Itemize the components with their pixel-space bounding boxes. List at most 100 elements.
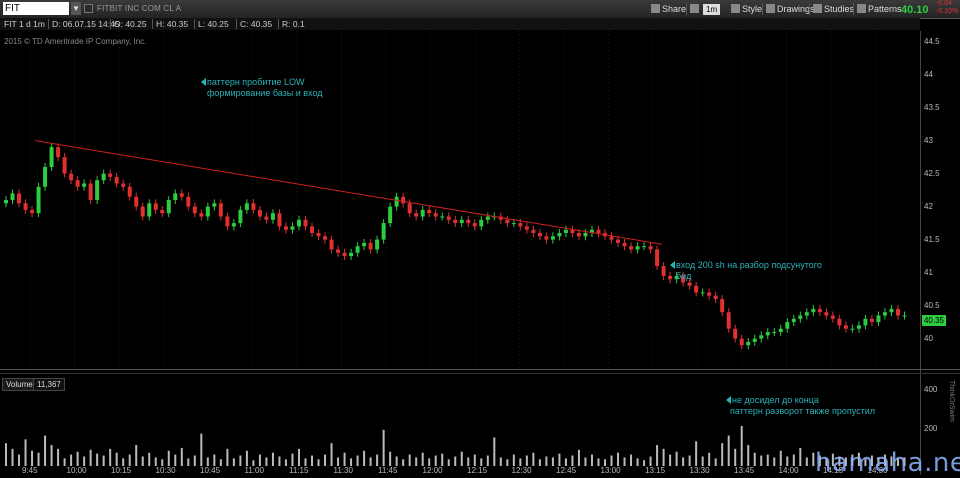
price-chart[interactable] [0, 31, 920, 369]
volume-bar [363, 450, 366, 466]
volume-bar [297, 448, 300, 466]
candle [212, 203, 217, 207]
volume-bar [141, 456, 144, 466]
candle [791, 318, 796, 323]
volume-bar [499, 457, 502, 466]
volume-bar [538, 459, 541, 466]
volume-bar [571, 455, 574, 466]
time-tick: 11:15 [289, 466, 309, 475]
candle [635, 246, 640, 250]
volume-bar [226, 448, 229, 466]
volume-bar [219, 459, 222, 466]
price-change-percent: -0.10% [936, 8, 959, 15]
candle [531, 229, 536, 233]
volume-bar [271, 452, 274, 466]
volume-bar [395, 456, 398, 466]
top-toolbar: FIT ▼ FITBIT INC COM CL A Share 1m Style… [0, 0, 960, 19]
time-tick: 10:15 [111, 466, 132, 475]
candle [23, 203, 28, 210]
symbol-dropdown-icon[interactable]: ▼ [71, 2, 81, 15]
studies-button[interactable]: Studies [813, 2, 854, 16]
time-tick: 14:00 [778, 466, 799, 475]
volume-bar [682, 457, 685, 466]
volume-tick: 400 [924, 385, 938, 394]
volume-bar [669, 454, 672, 466]
candle [49, 147, 54, 167]
volume-bar [89, 449, 92, 466]
timeframe-button[interactable]: 1m [703, 2, 721, 16]
ohlc-info-bar: FIT 1 d 1m D: 06.07.15 14:45 O: 40.25 H:… [0, 18, 920, 30]
candle [394, 196, 399, 207]
bar-open: O: 40.25 [114, 19, 147, 29]
candle [902, 315, 907, 317]
volume-chart[interactable] [0, 380, 920, 466]
volume-bar [193, 455, 196, 466]
candle [336, 249, 341, 253]
symbol-input[interactable]: FIT [3, 2, 69, 15]
volume-bar [421, 452, 424, 466]
pencil-icon [766, 4, 775, 13]
candle [323, 236, 328, 240]
volume-bar [675, 451, 678, 466]
volume-bar [467, 457, 470, 466]
volume-bar [382, 429, 385, 466]
candle [505, 219, 510, 224]
candle [10, 193, 15, 200]
price-tick: 43.5 [924, 102, 940, 112]
volume-bar [213, 454, 216, 466]
volume-bar [786, 456, 789, 466]
candle [713, 295, 718, 299]
candle [811, 308, 816, 313]
volume-bar [200, 433, 203, 466]
flask-icon [813, 4, 822, 13]
candle [616, 239, 621, 243]
candle [843, 325, 848, 329]
candle [388, 206, 393, 224]
volume-bar [460, 451, 463, 466]
candle [622, 242, 627, 247]
candle [485, 216, 490, 220]
volume-bar [512, 454, 515, 466]
candle [596, 229, 601, 233]
volume-bar [740, 426, 743, 466]
candle [225, 216, 230, 227]
link-checkbox[interactable] [84, 4, 93, 13]
candle [863, 318, 868, 326]
candle [830, 315, 835, 319]
pane-divider[interactable] [0, 369, 960, 370]
volume-bar [662, 448, 665, 466]
volume-bar [356, 455, 359, 466]
time-tick: 11:30 [333, 466, 353, 475]
bar-range: R: 0.1 [282, 19, 305, 29]
candle [277, 213, 282, 227]
volume-bar [441, 453, 444, 466]
patterns-button[interactable]: Patterns [857, 2, 902, 16]
share-button[interactable]: Share [651, 2, 686, 16]
candle [114, 176, 119, 184]
candle [147, 203, 152, 217]
watermark: hamaha.net [815, 448, 960, 478]
drawings-button[interactable]: Drawings [766, 2, 815, 16]
volume-bar [148, 452, 151, 466]
volume-bar [284, 459, 287, 466]
volume-bar [649, 456, 652, 466]
candle [453, 219, 458, 224]
volume-bar [617, 452, 620, 466]
study-label: ThinkOrSwim [948, 380, 955, 423]
volume-bar [708, 452, 711, 466]
candle [69, 173, 74, 181]
candle [88, 183, 93, 200]
volume-bar [122, 458, 125, 466]
candle [56, 147, 61, 158]
volume-bar [584, 457, 587, 466]
candle [837, 318, 842, 326]
settings-button[interactable] [690, 2, 701, 16]
candle [518, 223, 523, 227]
style-button[interactable]: Style [731, 2, 762, 16]
time-tick: 12:45 [556, 466, 577, 475]
volume-bar [564, 458, 567, 466]
volume-bar [57, 448, 60, 466]
volume-bar [630, 454, 633, 466]
candle [563, 229, 568, 233]
volume-bar [695, 441, 698, 466]
